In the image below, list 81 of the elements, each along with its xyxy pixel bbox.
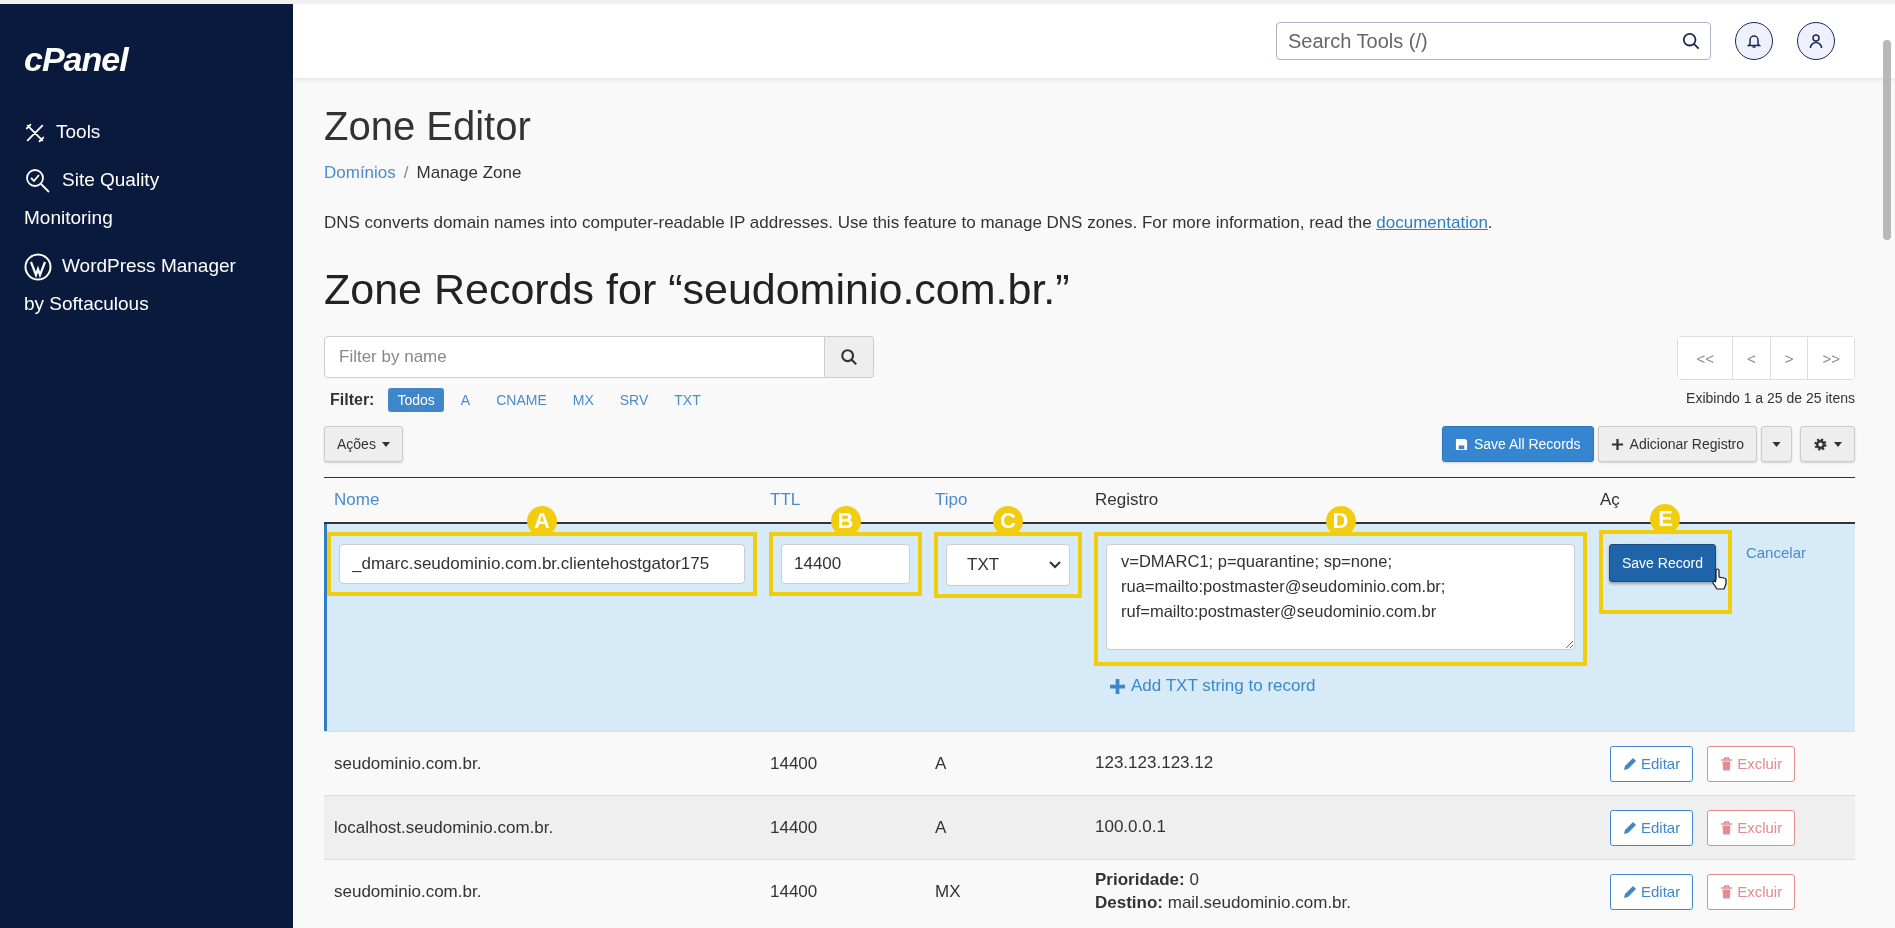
table-cell-text: A: [934, 753, 948, 774]
table-cell-text: 14400: [769, 881, 819, 902]
add-record-button[interactable]: Adicionar Registro: [1597, 426, 1757, 462]
filter-field[interactable]: Filter by name: [324, 336, 825, 378]
user-icon: [1808, 33, 1824, 49]
table-cell-text: seudominio.com.br.: [333, 881, 483, 902]
bell-icon: [1746, 33, 1762, 49]
name-field[interactable]: _dmarc.seudominio.com.br.clientehostgator175: [339, 544, 745, 584]
caret-icon: [1772, 441, 1781, 447]
pencil-icon: [1623, 756, 1637, 771]
ttl-field[interactable]: 14400: [781, 544, 910, 584]
delete-button[interactable]: Excluir: [1707, 873, 1796, 910]
table-cell-text: A: [934, 817, 948, 838]
trash-icon: [1720, 820, 1734, 835]
search-icon: [840, 348, 858, 366]
section-heading: Zone Records for “seudominio.com.br.”: [324, 265, 1071, 314]
table-cell-text: localhost.seudominio.com.br.: [333, 817, 555, 838]
trash-icon: [1720, 756, 1734, 771]
edit-button[interactable]: Editar: [1610, 809, 1694, 846]
filter-label: Filter:: [330, 391, 375, 409]
table-cell-text: 14400: [769, 817, 819, 838]
magnifier-check-icon: [24, 167, 52, 195]
search-field[interactable]: Search Tools (/): [1276, 22, 1711, 60]
table-cell-text: 123.123.123.12: [1095, 752, 1215, 775]
filter-tab[interactable]: Todos: [388, 388, 444, 412]
edit-button[interactable]: Editar: [1610, 745, 1694, 782]
column-header: Registro: [1094, 490, 1160, 510]
search-icon: [1682, 32, 1700, 50]
filter-tab[interactable]: A: [451, 388, 480, 412]
page-title: Zone Editor: [324, 104, 532, 149]
trash-icon: [1720, 884, 1734, 899]
save-record-button[interactable]: Save Record: [1609, 544, 1716, 582]
type-select[interactable]: TXT: [946, 544, 1070, 586]
plus-icon: [1110, 678, 1125, 694]
caret-icon: [1834, 441, 1842, 447]
table-cell-text: 14400: [769, 753, 819, 774]
chevron-icon: [1049, 561, 1061, 569]
save-all-button[interactable]: Save All Records: [1442, 426, 1594, 462]
record-field[interactable]: v=DMARC1; p=quarantine; sp=none; rua=mailto:postmaster@seudominio.com.br; ruf=mailto:postmaster@seudominio.com.br: [1106, 544, 1575, 650]
table-cell-text: MX: [934, 881, 962, 902]
hand-cursor-icon: [1711, 568, 1727, 590]
plus-icon: [1610, 437, 1624, 451]
notifications-button[interactable]: [1735, 22, 1773, 60]
pencil-icon: [1623, 820, 1637, 835]
filter-tab[interactable]: TXT: [665, 388, 710, 412]
breadcrumb-separator: /: [403, 163, 409, 183]
actions-dropdown[interactable]: Ações: [324, 426, 403, 462]
documentation-link[interactable]: documentation: [1376, 213, 1488, 232]
table-cell-text: 100.0.0.1: [1095, 816, 1167, 839]
scrollbar[interactable]: [1883, 40, 1891, 240]
description: DNS converts domain names into computer-readable IP addresses. Use this feature to manage DNS zones. For more information, read the documentation.: [324, 213, 1494, 233]
filter-tab[interactable]: SRV: [610, 388, 658, 412]
edit-button[interactable]: Editar: [1610, 873, 1694, 910]
breadcrumb-current: Manage Zone: [416, 163, 522, 183]
settings-button[interactable]: [1800, 426, 1855, 462]
filter-tab[interactable]: MX: [563, 388, 603, 412]
tools-icon: [24, 122, 46, 144]
delete-button[interactable]: Excluir: [1707, 745, 1796, 782]
sidebar-item[interactable]: WordPress Manager by Softaculous: [24, 247, 239, 323]
add-txt-link[interactable]: Add TXT string to record: [1110, 676, 1316, 696]
column-header: Aç: [1599, 490, 1621, 510]
delete-button[interactable]: Excluir: [1707, 809, 1796, 846]
table-cell-text: Destino: mail.seudominio.com.br.: [1095, 891, 1353, 914]
cancel-link[interactable]: Cancelar: [1745, 544, 1806, 561]
dropdown-toggle[interactable]: [1761, 426, 1792, 462]
filter-tab[interactable]: CNAME: [487, 388, 556, 412]
table-cell-text: seudominio.com.br.: [333, 753, 483, 774]
search-button[interactable]: [825, 336, 874, 378]
item-count: Exibindo 1 a 25 de 25 itens: [1685, 390, 1855, 406]
floppy-icon: [1455, 437, 1468, 451]
table-cell-text: Prioridade: 0: [1095, 869, 1200, 892]
wordpress-icon: [24, 253, 52, 281]
logo: cPanel: [24, 40, 128, 79]
settings-icon: [1813, 436, 1828, 452]
user-button[interactable]: [1797, 22, 1835, 60]
pencil-icon: [1623, 884, 1637, 899]
sidebar-item[interactable]: Tools: [24, 113, 239, 151]
caret-icon: [381, 441, 390, 447]
breadcrumb-link[interactable]: Domínios: [324, 163, 396, 183]
pagination-button[interactable]: >>: [1807, 337, 1854, 379]
sidebar-item[interactable]: Site Quality Monitoring: [24, 161, 239, 237]
